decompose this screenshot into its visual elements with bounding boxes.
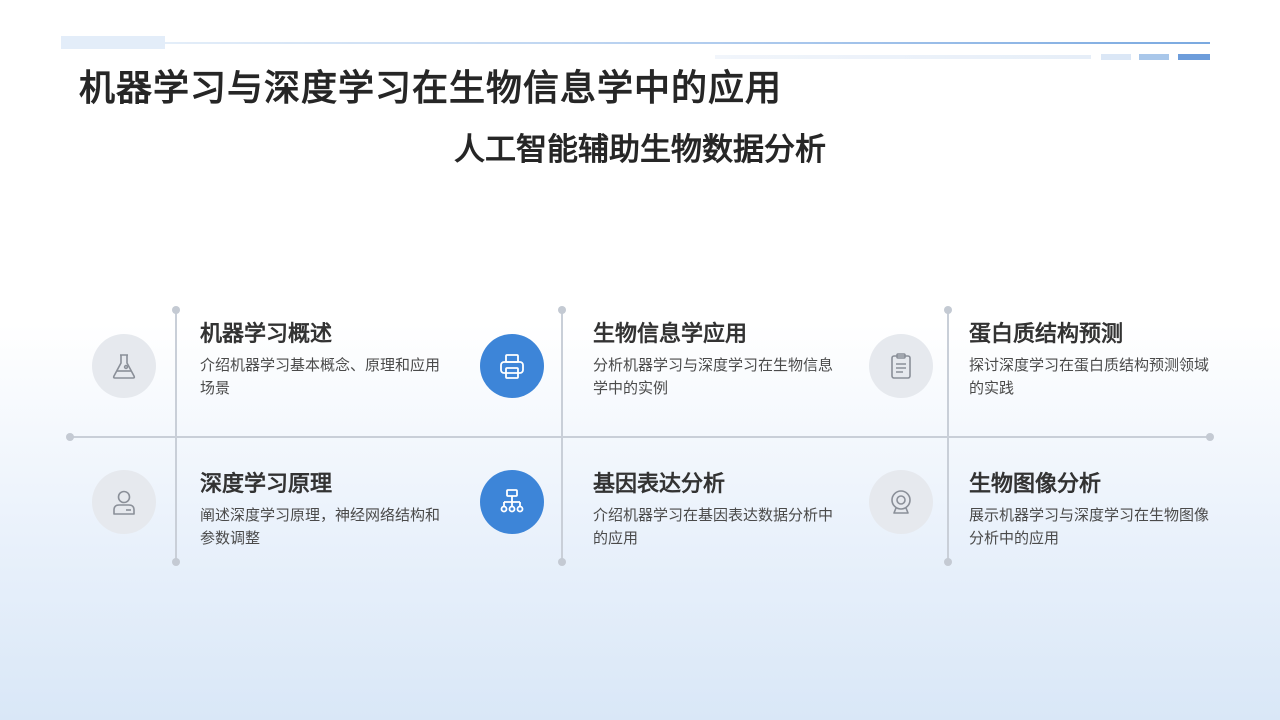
item-title: 基因表达分析: [593, 472, 726, 497]
divider-dot: [66, 433, 74, 441]
header-decoration-dash: [1139, 54, 1169, 60]
header-decoration-dash: [1101, 54, 1131, 60]
vertical-divider: [175, 310, 177, 562]
divider-dot: [558, 558, 566, 566]
vertical-divider: [561, 310, 563, 562]
header-decoration-block: [61, 36, 165, 49]
divider-dot: [1206, 433, 1214, 441]
header-decoration-dash: [1178, 54, 1210, 60]
webcam-icon: [869, 470, 933, 534]
header-decoration-line: [165, 42, 1210, 44]
item-title: 蛋白质结构预测: [969, 322, 1124, 347]
vertical-divider: [947, 310, 949, 562]
item-title: 生物图像分析: [969, 472, 1102, 497]
page-subtitle: 人工智能辅助生物数据分析: [454, 132, 826, 168]
page-title: 机器学习与深度学习在生物信息学中的应用: [79, 68, 783, 109]
horizontal-divider: [70, 436, 1210, 438]
divider-dot: [558, 306, 566, 314]
item-description: 分析机器学习与深度学习在生物信息学中的实例: [593, 356, 834, 397]
flask-icon: [92, 334, 156, 398]
item-description: 探讨深度学习在蛋白质结构预测领域的实践: [969, 356, 1210, 397]
divider-dot: [944, 306, 952, 314]
item-description: 展示机器学习与深度学习在生物图像分析中的应用: [969, 506, 1210, 547]
divider-dot: [944, 558, 952, 566]
clipboard-icon: [869, 334, 933, 398]
user-icon: [92, 470, 156, 534]
item-title: 深度学习原理: [200, 472, 333, 497]
printer-icon: [480, 334, 544, 398]
item-description: 阐述深度学习原理，神经网络结构和参数调整: [200, 506, 441, 547]
item-description: 介绍机器学习在基因表达数据分析中的应用: [593, 506, 834, 547]
divider-dot: [172, 306, 180, 314]
hierarchy-icon: [480, 470, 544, 534]
item-description: 介绍机器学习基本概念、原理和应用场景: [200, 356, 441, 397]
item-title: 生物信息学应用: [593, 322, 748, 347]
item-title: 机器学习概述: [200, 322, 333, 347]
divider-dot: [172, 558, 180, 566]
